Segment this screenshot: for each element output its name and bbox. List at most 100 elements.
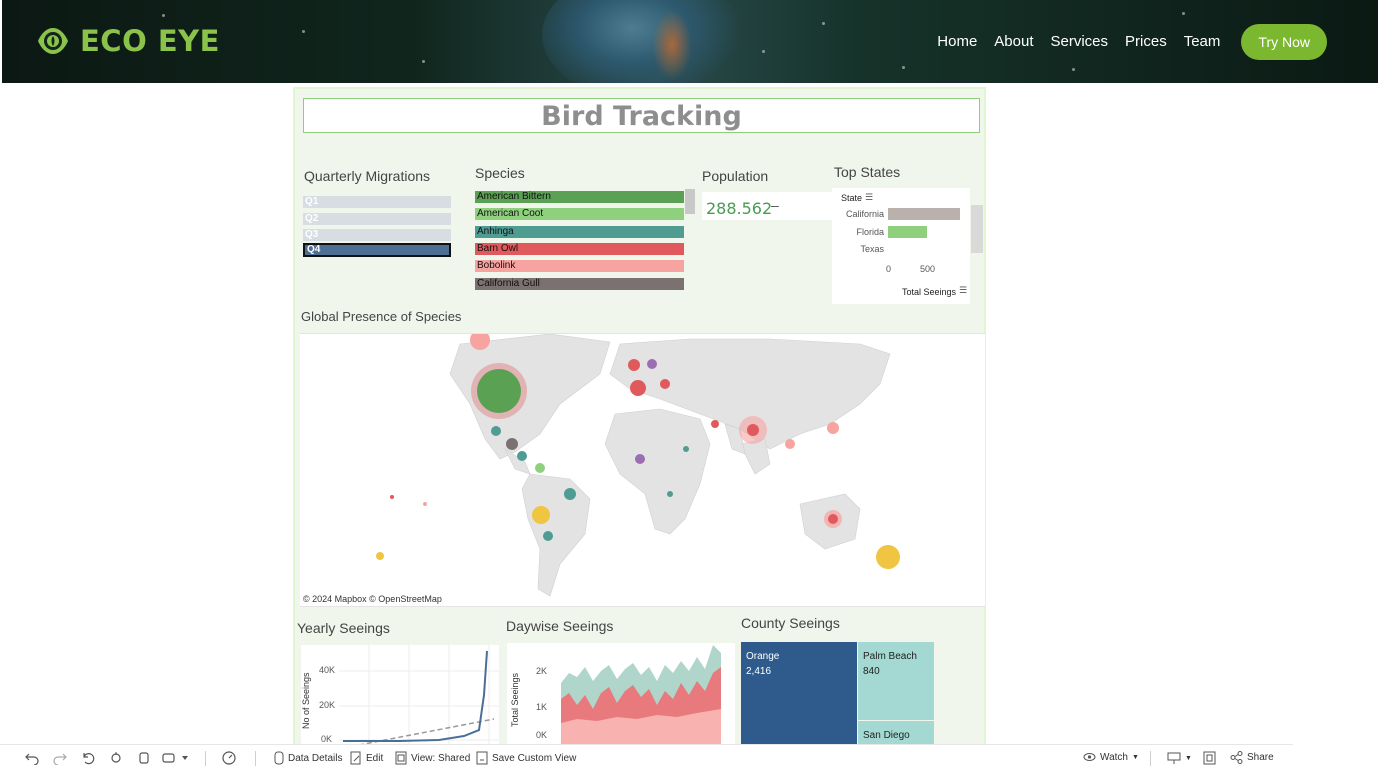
viz-toolbar: Data Details Edit View: Shared Save Cust… xyxy=(0,744,1293,772)
state-bar[interactable] xyxy=(888,225,927,238)
fullscreen-icon[interactable] xyxy=(1203,751,1216,765)
share-icon xyxy=(1230,751,1243,764)
species-bubble[interactable] xyxy=(785,439,795,449)
data-details-button[interactable]: Data Details xyxy=(274,751,342,765)
species-bubble[interactable] xyxy=(747,424,759,436)
top-states-title: Top States xyxy=(834,164,901,180)
nav-team[interactable]: Team xyxy=(1184,24,1221,60)
state-label[interactable]: California xyxy=(846,209,884,219)
cylinder-icon xyxy=(274,751,284,765)
logo-text: ECO EYE xyxy=(80,24,220,58)
species-bubble[interactable] xyxy=(660,379,670,389)
species-scrollbar[interactable] xyxy=(685,189,695,214)
chevron-down-icon: ▼ xyxy=(1131,753,1139,761)
county-cell-orange[interactable]: Orange 2,416 xyxy=(741,642,857,748)
yearly-ytick: 40K xyxy=(319,665,336,675)
species-bubble[interactable] xyxy=(827,422,839,434)
replay-icon[interactable] xyxy=(162,751,188,765)
species-bubble[interactable] xyxy=(491,426,501,436)
dashboard: Bird Tracking Quarterly Migrations Q1 Q2… xyxy=(293,87,986,748)
quarter-filter-q3[interactable]: Q3 xyxy=(303,229,451,241)
x-tick-500: 500 xyxy=(920,264,936,274)
edit-button[interactable]: Edit xyxy=(350,751,383,765)
daywise-ytick: 0K xyxy=(536,730,548,740)
quarterly-title: Quarterly Migrations xyxy=(304,168,431,184)
species-bubble[interactable] xyxy=(506,438,518,450)
species-bubble[interactable] xyxy=(683,446,689,452)
yearly-ylabel: No of Seeings xyxy=(301,672,311,729)
view-shared-button[interactable]: View: Shared xyxy=(395,751,470,765)
kingfisher-image xyxy=(542,0,742,83)
page: ECO EYE Home About Services Prices Team … xyxy=(0,0,1378,775)
yearly-chart: No of Seeings 40K 20K 0K xyxy=(301,645,499,747)
species-bubble[interactable] xyxy=(564,488,576,500)
daywise-ytick: 2K xyxy=(536,666,548,676)
save-custom-view-button[interactable]: Save Custom View xyxy=(476,751,576,765)
nav-services[interactable]: Services xyxy=(1051,24,1109,60)
species-bubble[interactable] xyxy=(376,552,384,560)
species-bubble[interactable] xyxy=(828,514,838,524)
top-states-scrollbar[interactable] xyxy=(971,205,983,253)
species-bubble[interactable] xyxy=(477,369,521,413)
species-item[interactable]: Bobolink xyxy=(475,260,684,273)
quarter-filter-q2[interactable]: Q2 xyxy=(303,213,451,225)
sort-icon[interactable]: ☰ xyxy=(959,285,967,296)
species-bubble[interactable] xyxy=(423,502,427,506)
species-item[interactable]: California Gull xyxy=(475,277,684,290)
presentation-button[interactable]: ▼ xyxy=(1167,751,1192,765)
logo[interactable]: ECO EYE xyxy=(36,24,220,58)
try-now-button[interactable]: Try Now xyxy=(1241,24,1327,60)
population-title: Population xyxy=(702,168,769,184)
species-item[interactable]: Barn Owl xyxy=(475,242,684,255)
species-bubble[interactable] xyxy=(630,380,646,396)
species-bubble[interactable] xyxy=(535,463,545,473)
species-bubble[interactable] xyxy=(532,506,550,524)
state-header[interactable]: State xyxy=(841,193,862,203)
species-bubble[interactable] xyxy=(517,451,527,461)
refresh-icon[interactable] xyxy=(109,751,123,765)
state-label[interactable]: Florida xyxy=(856,227,884,237)
species-title: Species xyxy=(475,165,525,181)
daywise-chart: Total Seeings 2K 1K 0K xyxy=(507,643,735,747)
performance-icon[interactable] xyxy=(222,751,236,765)
world-map[interactable]: © 2024 Mapbox © OpenStreetMap xyxy=(300,333,985,607)
species-bubble[interactable] xyxy=(635,454,645,464)
nav-prices[interactable]: Prices xyxy=(1125,24,1167,60)
nav-home[interactable]: Home xyxy=(937,24,977,60)
chevron-down-icon: ▼ xyxy=(1185,754,1192,762)
daywise-title: Daywise Seeings xyxy=(506,618,614,634)
species-item[interactable]: American Coot xyxy=(475,208,684,221)
watch-button[interactable]: Watch ▼ xyxy=(1083,751,1139,763)
pause-icon[interactable] xyxy=(137,751,151,765)
eye-logo-icon xyxy=(36,24,70,58)
redo-icon[interactable] xyxy=(53,751,67,765)
species-bubble[interactable] xyxy=(390,495,394,499)
species-bubble[interactable] xyxy=(628,359,640,371)
species-bubble[interactable] xyxy=(711,420,719,428)
species-bubble[interactable] xyxy=(876,545,900,569)
species-item[interactable]: Anhinga xyxy=(475,225,684,238)
daywise-ylabel: Total Seeings xyxy=(510,672,520,727)
county-cell-palm-beach[interactable]: Palm Beach 840 xyxy=(858,642,934,720)
state-bar[interactable] xyxy=(888,208,960,220)
nav-about[interactable]: About xyxy=(994,24,1033,60)
measure-label: Total Seeings xyxy=(902,287,957,297)
view-icon xyxy=(395,751,407,765)
top-states-chart: State ☰ California Florida Texas 0 500 Tot… xyxy=(832,188,970,304)
map-title: Global Presence of Species xyxy=(301,309,462,324)
state-label[interactable]: Texas xyxy=(860,244,884,254)
species-bubble[interactable] xyxy=(667,491,673,497)
revert-icon[interactable] xyxy=(81,751,95,765)
county-title: County Seeings xyxy=(741,615,840,631)
quarter-filter-q4[interactable]: Q4 xyxy=(303,243,451,257)
species-bubble[interactable] xyxy=(543,531,553,541)
sort-icon[interactable]: ☰ xyxy=(865,192,873,203)
map-credit: © 2024 Mapbox © OpenStreetMap xyxy=(303,594,442,604)
share-button[interactable]: Share xyxy=(1230,751,1274,764)
kingfisher-image-tail xyxy=(652,10,692,80)
x-tick-0: 0 xyxy=(886,264,892,274)
quarter-filter-q1[interactable]: Q1 xyxy=(303,196,451,208)
species-bubble[interactable] xyxy=(647,359,657,369)
undo-icon[interactable] xyxy=(25,751,39,765)
species-item[interactable]: American Bittern xyxy=(475,191,684,203)
